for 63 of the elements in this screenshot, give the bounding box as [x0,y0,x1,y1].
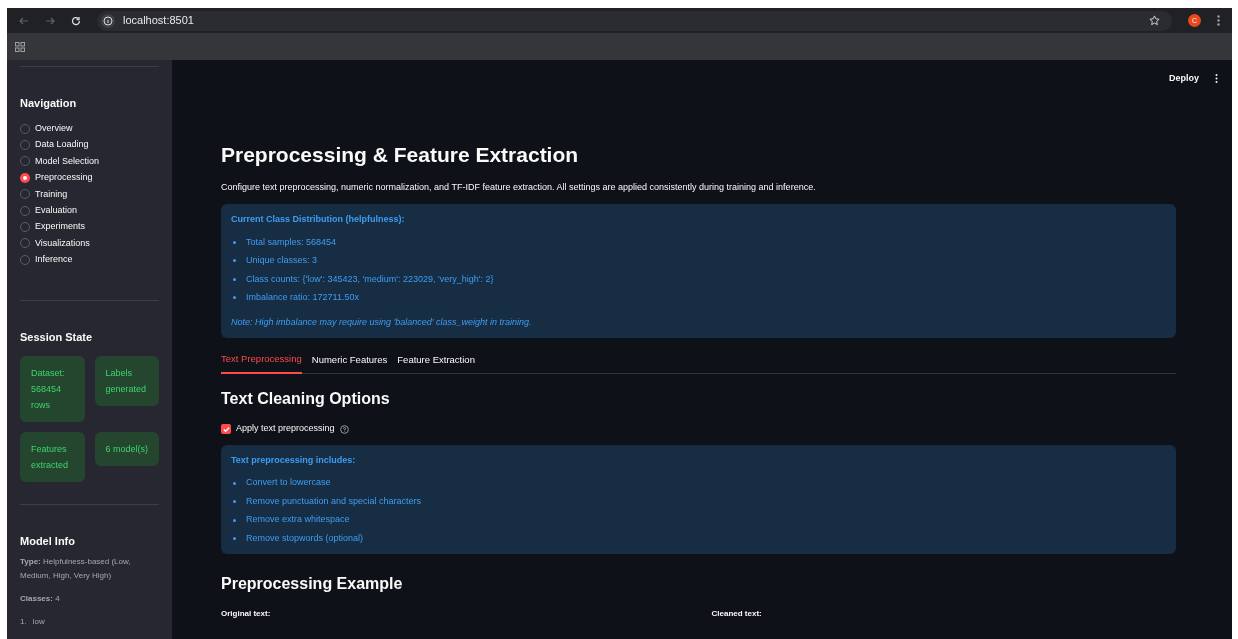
reload-icon[interactable] [71,15,81,26]
forward-icon[interactable] [45,15,55,26]
address-bar[interactable]: localhost:8501 [97,10,1172,31]
sidebar-heading: Session State [20,330,94,345]
nav-label[interactable]: Overview [35,121,73,136]
section-heading: Text Cleaning Options [221,389,391,410]
status-card: Features extracted [20,431,85,482]
note-text: Note: High imbalance may require using 'balanced' class_weight in training. [231,315,533,329]
page-description: Configure text preprocessing, numeric normalization, and TF-IDF feature extraction. All settings are applied consistently during training and inference. [221,180,817,194]
list-item: Total samples: 568454 [246,235,337,249]
status-card: 6 model(s) [94,431,159,466]
tab[interactable]: Numeric Features [311,352,388,374]
bullet-icon [233,277,236,281]
section-heading: Preprocessing Example [221,574,404,595]
bullet-icon [233,500,236,503]
tab[interactable]: Feature Extraction [397,352,475,374]
status-card: Dataset: 568454 rows [20,355,85,422]
bullet-icon [233,240,236,244]
more-icon[interactable] [1215,74,1218,84]
field-label: Original text: [221,608,272,621]
nav-label[interactable]: Data Loading [35,138,89,152]
nav-label[interactable]: Visualizations [35,236,90,251]
nav-label[interactable]: Preprocessing [35,171,93,185]
checkbox-label: Apply text preprocessing [236,422,335,436]
list-item: Unique classes: 3 [246,254,318,267]
info-text: Type: Helpfulness-based (Low, Medium, High, Very High) [20,556,132,582]
nav-label[interactable]: Evaluation [35,203,78,218]
status-card: Labels generated [94,355,159,406]
list-item: Remove stopwords (optional) [246,531,364,545]
bullet-icon [233,481,236,485]
bullet-icon [233,296,236,300]
page-title: Preprocessing & Feature Extraction [221,142,580,168]
box-title: Current Class Distribution (helpfulness): [231,213,406,226]
field-label: Cleaned text: [711,608,763,621]
tab[interactable]: Text Preprocessing [221,352,302,375]
box-title: Text preprocessing includes: [231,453,357,467]
back-icon[interactable] [19,15,29,26]
nav-label[interactable]: Experiments [35,220,86,234]
nav-label[interactable]: Inference [35,253,73,267]
info-icon[interactable] [101,13,115,28]
list-item: Remove extra whitespace [246,513,350,527]
radio-button[interactable] [20,172,30,183]
info-text: Classes: 4 [20,593,61,605]
sidebar-heading: Model Info [20,533,76,549]
deploy-button[interactable]: Deploy [1169,72,1199,86]
nav-label[interactable]: Training [35,187,68,201]
list-item: Convert to lowercase [246,476,331,490]
list-number: 1. [20,616,27,628]
bullet-icon [233,518,236,522]
apps-icon[interactable] [15,41,25,52]
nav-label[interactable]: Model Selection [35,154,100,169]
bullet-icon [233,537,236,540]
list-item: Imbalance ratio: 172711.50x [246,291,359,304]
checkbox[interactable] [221,424,231,434]
url-text: localhost:8501 [123,13,194,28]
list-item: Class counts: {'low': 345423, 'medium': 223029, 'very_high': 2} [246,272,494,286]
menu-icon[interactable] [1217,15,1220,26]
sidebar-heading: Navigation [20,96,78,111]
bullet-icon [233,259,236,263]
help-icon[interactable] [339,424,349,434]
star-icon[interactable] [1149,15,1160,26]
class-label: low [32,616,45,628]
list-item: Remove punctuation and special characters [246,494,422,508]
